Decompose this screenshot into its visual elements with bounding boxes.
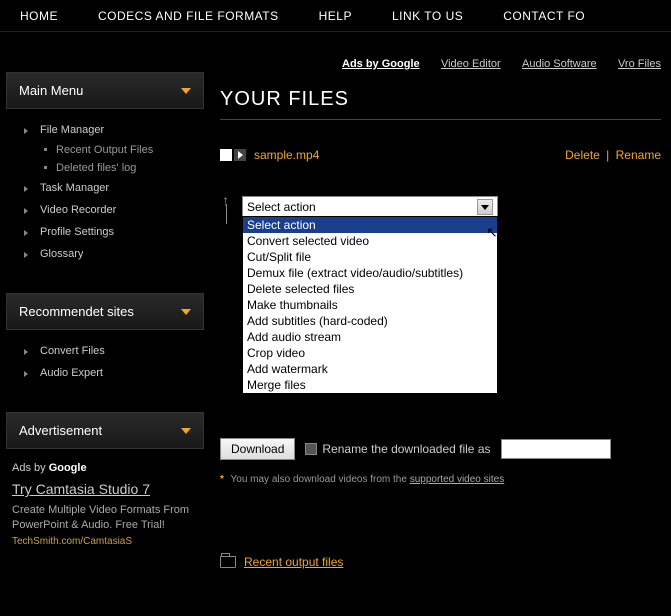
- recent-output-files-link[interactable]: Recent output files: [244, 555, 343, 569]
- up-arrow-icon: ↑: [222, 192, 229, 208]
- rename-link[interactable]: Rename: [616, 148, 661, 162]
- main-content: Ads by Google Video Editor Audio Softwar…: [210, 32, 671, 579]
- nav-contact[interactable]: CONTACT FO: [483, 9, 605, 23]
- dropdown-option[interactable]: Add subtitles (hard-coded): [243, 313, 497, 329]
- ads-by-google-link[interactable]: Ads by Google: [342, 58, 420, 70]
- ad-row: Ads by Google Video Editor Audio Softwar…: [220, 50, 661, 88]
- ad-link-video-editor[interactable]: Video Editor: [441, 58, 501, 70]
- footnote-text: You may also download videos from the: [231, 474, 410, 485]
- footnote: * You may also download videos from the …: [220, 474, 661, 485]
- ad-link-audio-software[interactable]: Audio Software: [522, 58, 597, 70]
- nav-home[interactable]: HOME: [0, 9, 78, 23]
- ad-link-vro-files[interactable]: Vro Files: [618, 58, 661, 70]
- sidebar-item-task-manager[interactable]: Task Manager: [24, 177, 204, 199]
- chevron-down-icon: [181, 309, 191, 315]
- rename-checkbox[interactable]: [305, 443, 317, 455]
- rename-checkbox-label: Rename the downloaded file as: [322, 442, 490, 456]
- ad-description: Create Multiple Video Formats From Power…: [12, 503, 198, 534]
- dropdown-option[interactable]: Convert selected video: [243, 233, 497, 249]
- delete-link[interactable]: Delete: [565, 148, 600, 162]
- sidebar-subitem-recent-output[interactable]: Recent Output Files: [24, 141, 204, 159]
- ad-url: TechSmith.com/CamtasiaS: [12, 536, 132, 547]
- google-brand: Google: [49, 462, 87, 474]
- dropdown-option[interactable]: Add watermark: [243, 361, 497, 377]
- main-menu-title: Main Menu: [19, 83, 83, 98]
- ad-title-link[interactable]: Try Camtasia Studio 7: [12, 480, 198, 500]
- folder-icon: [220, 556, 236, 568]
- main-menu-header[interactable]: Main Menu: [6, 72, 204, 109]
- top-navigation: HOME CODECS AND FILE FORMATS HELP LINK T…: [0, 0, 671, 32]
- checkbox-icon[interactable]: [220, 149, 232, 161]
- dropdown-option[interactable]: Demux file (extract video/audio/subtitle…: [243, 265, 497, 281]
- chevron-down-icon: [181, 428, 191, 434]
- dropdown-option[interactable]: Add audio stream: [243, 329, 497, 345]
- sidebar-item-glossary[interactable]: Glossary: [24, 243, 204, 265]
- sidebar-subitem-deleted-log[interactable]: Deleted files' log: [24, 159, 204, 177]
- advertisement-content: Ads by Google Try Camtasia Studio 7 Crea…: [6, 449, 204, 561]
- page-title: YOUR FILES: [220, 88, 661, 120]
- rename-input[interactable]: [501, 439, 611, 459]
- dropdown-option[interactable]: Crop video: [243, 345, 497, 361]
- sidebar: Main Menu File Manager Recent Output Fil…: [0, 32, 210, 579]
- nav-link-to-us[interactable]: LINK TO US: [372, 9, 483, 23]
- sidebar-item-file-manager[interactable]: File Manager: [24, 119, 204, 141]
- asterisk-icon: *: [220, 474, 224, 485]
- nav-help[interactable]: HELP: [299, 9, 372, 23]
- action-select-area: ↑ Select action Select action Convert se…: [220, 196, 661, 218]
- dropdown-option[interactable]: Merge files: [243, 377, 497, 393]
- recommended-header[interactable]: Recommendet sites: [6, 293, 204, 330]
- advertisement-title: Advertisement: [19, 423, 102, 438]
- file-name[interactable]: sample.mp4: [254, 148, 319, 162]
- dropdown-button-icon[interactable]: [477, 199, 493, 215]
- download-button[interactable]: Download: [220, 438, 295, 460]
- action-select[interactable]: Select action: [242, 196, 498, 218]
- dropdown-option[interactable]: Select action: [243, 217, 497, 233]
- ads-by-label: Ads by: [12, 462, 49, 474]
- supported-sites-link[interactable]: supported video sites: [410, 474, 505, 485]
- chevron-down-icon: [181, 88, 191, 94]
- nav-codecs[interactable]: CODECS AND FILE FORMATS: [78, 9, 299, 23]
- play-icon[interactable]: [234, 149, 246, 161]
- separator: |: [606, 148, 609, 162]
- sidebar-item-video-recorder[interactable]: Video Recorder: [24, 199, 204, 221]
- file-row: sample.mp4 Delete | Rename: [220, 120, 661, 172]
- sidebar-item-profile-settings[interactable]: Profile Settings: [24, 221, 204, 243]
- select-current-value: Select action: [247, 200, 316, 214]
- sidebar-item-audio-expert[interactable]: Audio Expert: [24, 362, 204, 384]
- dropdown-option[interactable]: Make thumbnails: [243, 297, 497, 313]
- action-dropdown: Select action Convert selected video Cut…: [242, 216, 498, 394]
- dropdown-option[interactable]: Delete selected files: [243, 281, 497, 297]
- sidebar-item-convert-files[interactable]: Convert Files: [24, 340, 204, 362]
- dropdown-option[interactable]: Cut/Split file: [243, 249, 497, 265]
- recommended-title: Recommendet sites: [19, 304, 134, 319]
- advertisement-header[interactable]: Advertisement: [6, 412, 204, 449]
